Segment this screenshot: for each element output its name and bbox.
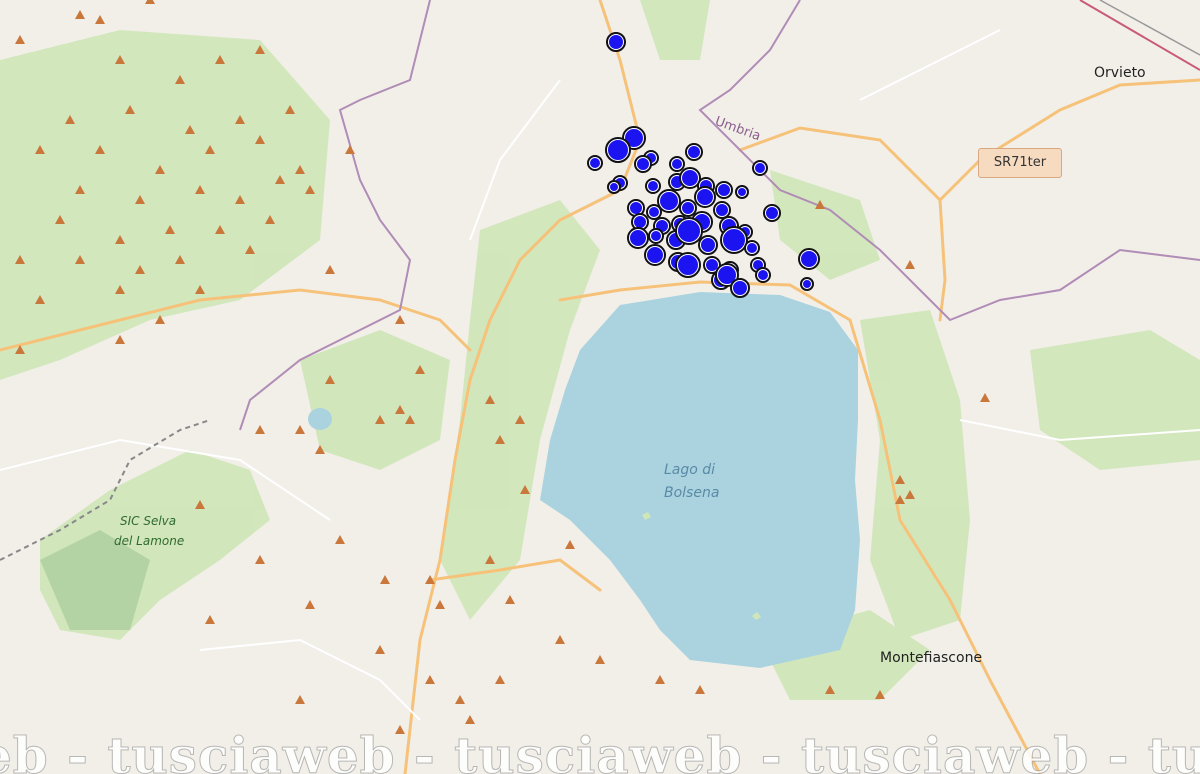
peak-triangle-icon (655, 675, 665, 684)
earthquake-marker-icon[interactable] (648, 228, 664, 244)
earthquake-marker-icon[interactable] (694, 186, 716, 208)
earthquake-marker-icon[interactable] (644, 244, 666, 266)
park-label-line2: del Lamone (114, 534, 185, 548)
railway-2 (1099, 0, 1200, 56)
earthquake-marker-icon[interactable] (646, 204, 662, 220)
peak-triangle-icon (325, 265, 335, 274)
forest-ne (770, 170, 880, 280)
boundary-umbria (698, 0, 1200, 322)
peak-triangle-icon (465, 715, 475, 724)
lake-label-line1: Lago di (664, 462, 716, 478)
forest-nw (0, 30, 330, 380)
earthquake-marker-icon[interactable] (657, 189, 681, 213)
peak-triangle-icon (980, 393, 990, 402)
small-crater-lake (308, 408, 332, 430)
lake-label-line2: Bolsena (664, 485, 720, 501)
peak-triangle-icon (435, 600, 445, 609)
peak-triangle-icon (565, 540, 575, 549)
earthquake-marker-icon[interactable] (763, 204, 781, 222)
forest-east-lake (860, 310, 970, 640)
peak-triangle-icon (15, 35, 25, 44)
earthquake-marker-icon[interactable] (605, 137, 631, 163)
earthquake-marker-icon[interactable] (755, 267, 771, 283)
earthquake-marker-icon[interactable] (606, 32, 626, 52)
watermark-text: eb - tusciaweb - tusciaweb - tusciaweb -… (0, 726, 1200, 774)
peak-triangle-icon (345, 145, 355, 154)
peak-triangle-icon (555, 635, 565, 644)
peak-triangle-icon (425, 675, 435, 684)
earthquake-marker-icon[interactable] (679, 167, 701, 189)
earthquake-marker-icon[interactable] (713, 201, 731, 219)
minor-road-3 (199, 638, 421, 721)
earthquake-marker-icon[interactable] (720, 226, 748, 254)
peak-triangle-icon (205, 615, 215, 624)
map-tiles (0, 0, 1200, 774)
earthquake-marker-icon[interactable] (675, 217, 703, 245)
peak-triangle-icon (305, 600, 315, 609)
peak-triangle-icon (695, 685, 705, 694)
earthquake-marker-icon[interactable] (645, 178, 661, 194)
peak-triangle-icon (375, 645, 385, 654)
peak-triangle-icon (295, 425, 305, 434)
earthquake-marker-icon[interactable] (669, 156, 685, 172)
earthquake-marker-icon[interactable] (698, 235, 718, 255)
peak-triangle-icon (335, 535, 345, 544)
place-label-orvieto: Orvieto (1094, 65, 1146, 81)
road-sr71ter (738, 78, 1200, 203)
earthquake-marker-icon[interactable] (730, 278, 750, 298)
peak-triangle-icon (505, 595, 515, 604)
peak-triangle-icon (95, 15, 105, 24)
forest-far-east (1030, 330, 1200, 470)
earthquake-marker-icon[interactable] (679, 199, 697, 217)
crater-lake-ring (300, 330, 450, 470)
park-label-line1: SIC Selva (120, 514, 177, 528)
peak-triangle-icon (455, 695, 465, 704)
peak-triangle-icon (255, 425, 265, 434)
earthquake-marker-icon[interactable] (675, 252, 701, 278)
peak-triangle-icon (395, 315, 405, 324)
earthquake-marker-icon[interactable] (752, 160, 768, 176)
peak-triangle-icon (595, 655, 605, 664)
earthquake-marker-icon[interactable] (627, 227, 649, 249)
map-view[interactable]: Orvieto Montefiascone Lago di Bolsena Um… (0, 0, 1200, 774)
lake-bolsena (540, 292, 860, 668)
earthquake-marker-icon[interactable] (744, 240, 760, 256)
peak-triangle-icon (905, 260, 915, 269)
peak-triangle-icon (115, 335, 125, 344)
forest-north-center (640, 0, 710, 60)
road-vertical-east (938, 198, 947, 322)
earthquake-marker-icon[interactable] (634, 155, 652, 173)
peak-triangle-icon (255, 555, 265, 564)
earthquake-marker-icon[interactable] (685, 143, 703, 161)
peak-triangle-icon (145, 0, 155, 4)
peak-triangle-icon (295, 695, 305, 704)
peak-triangle-icon (380, 575, 390, 584)
earthquake-marker-icon[interactable] (715, 181, 733, 199)
minor-road-2 (859, 29, 1001, 101)
peak-triangle-icon (75, 10, 85, 19)
earthquake-marker-icon[interactable] (587, 155, 603, 171)
peak-triangle-icon (495, 675, 505, 684)
earthquake-marker-icon[interactable] (798, 248, 820, 270)
railway (1079, 0, 1200, 71)
place-label-montefiascone: Montefiascone (880, 650, 983, 666)
road-shield-sr71ter: SR71ter (978, 148, 1062, 178)
